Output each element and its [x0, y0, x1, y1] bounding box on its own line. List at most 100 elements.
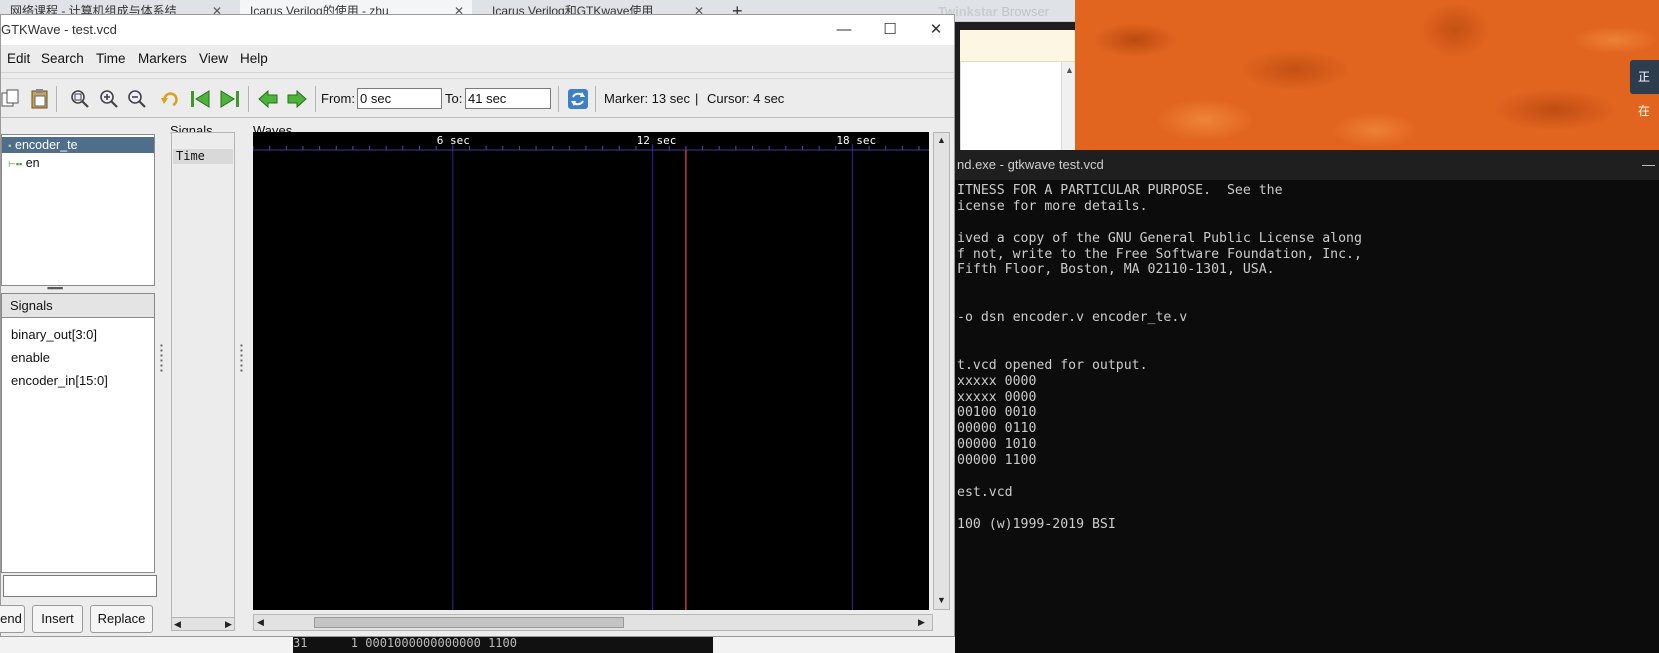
- menu-bar: Edit Search Time Markers View Help: [1, 45, 954, 73]
- zoom-in-icon[interactable]: [98, 88, 120, 110]
- toolbar-separator: [315, 86, 316, 112]
- desktop-wallpaper: [1075, 0, 1659, 150]
- status-separator: |: [695, 91, 699, 106]
- from-time-input[interactable]: 0 sec: [357, 88, 442, 109]
- time-tick-label: 6 sec: [437, 134, 470, 147]
- to-label: To:: [445, 91, 463, 106]
- menu-time[interactable]: Time: [96, 45, 126, 73]
- time-row[interactable]: Time: [173, 149, 233, 164]
- pane-resize-handle[interactable]: ▪ ▪ ▪ ▪ ▪ ▪: [240, 342, 243, 375]
- scrollbar-thumb[interactable]: [314, 617, 624, 628]
- paste-icon[interactable]: [29, 88, 51, 110]
- waves-horizontal-scrollbar[interactable]: ◀ ▶: [253, 614, 933, 631]
- console-line: icense for more details.: [957, 198, 1148, 214]
- time-tick-label: 18 sec: [836, 134, 876, 147]
- signal-item-encoder-in[interactable]: encoder_in[15:0]: [11, 373, 108, 389]
- signals-column-header[interactable]: Signals: [2, 294, 154, 318]
- signal-item-binary-out[interactable]: binary_out[3:0]: [11, 327, 97, 343]
- menu-edit[interactable]: Edit: [7, 45, 30, 73]
- find-previous-edge-icon[interactable]: [257, 88, 279, 110]
- console-line: 00000 0110: [957, 421, 1037, 437]
- console-line: 00100 0010: [957, 405, 1037, 421]
- side-badge[interactable]: 正在: [1630, 60, 1659, 118]
- pane-resize-handle[interactable]: ▪▪▪▪▪▪▪: [47, 283, 63, 293]
- console-line: 00000 1010: [957, 437, 1037, 453]
- reload-icon[interactable]: [567, 88, 589, 110]
- scroll-up-icon[interactable]: ▲: [1065, 65, 1074, 75]
- tree-item-label: en: [25, 156, 40, 170]
- toolbar: From: 0 sec To: 41 sec Marker: 13 sec | …: [1, 78, 954, 118]
- scroll-right-icon[interactable]: ▶: [918, 617, 925, 628]
- console-line: est.vcd: [957, 484, 1013, 500]
- signal-list: Signals binary_out[3:0] enable encoder_i…: [1, 293, 155, 573]
- menu-search[interactable]: Search: [41, 45, 84, 73]
- title-bar: GTKWave - test.vcd — ☐ ✕: [1, 15, 954, 45]
- replace-button[interactable]: Replace: [90, 605, 153, 633]
- signal-filter-input[interactable]: [3, 575, 157, 597]
- console-line: ITNESS FOR A PARTICULAR PURPOSE. See the: [957, 183, 1283, 198]
- signals-scrollbar[interactable]: ◀ ▶: [171, 617, 235, 631]
- browser-scrollbar[interactable]: ▲: [1061, 62, 1076, 150]
- gtkwave-window: GTKWave - test.vcd — ☐ ✕ Edit Search Tim…: [0, 14, 955, 637]
- waveform-grid: 6 sec 12 sec 18 sec: [253, 134, 929, 610]
- browser-content: ▲: [960, 62, 1076, 150]
- copy-icon[interactable]: [1, 88, 23, 110]
- background-terminal-strip: 31 1 0001000000000000 1100: [293, 637, 713, 653]
- pane-resize-handle[interactable]: ▪ ▪ ▪ ▪ ▪ ▪: [160, 342, 163, 375]
- to-time-input[interactable]: 41 sec: [465, 88, 551, 109]
- undo-zoom-icon[interactable]: [159, 88, 181, 110]
- zoom-fit-icon[interactable]: [69, 88, 91, 110]
- zoom-to-start-icon[interactable]: [189, 88, 211, 110]
- scroll-right-icon[interactable]: ▶: [225, 619, 232, 630]
- console-line: ived a copy of the GNU General Public Li…: [957, 230, 1362, 246]
- signals-pane: Time: [171, 132, 235, 622]
- toolbar-separator: [595, 86, 596, 112]
- minimize-button[interactable]: —: [821, 15, 867, 45]
- tree-branch-icon: ⊢▪▪: [8, 159, 23, 169]
- console-line: 100 (w)1999-2019 BSI: [957, 516, 1116, 532]
- toolbar-separator: [558, 86, 559, 112]
- waveform-canvas[interactable]: 6 sec 12 sec 18 sec: [253, 132, 929, 610]
- toolbar-separator: [248, 86, 249, 112]
- browser-info-bar: [960, 30, 1075, 62]
- console-line: t.vcd opened for output.: [957, 357, 1148, 373]
- menu-view[interactable]: View: [199, 45, 228, 73]
- scroll-up-icon[interactable]: ▲: [937, 135, 946, 145]
- console-title: nd.exe - gtkwave test.vcd: [957, 157, 1104, 172]
- scroll-left-icon[interactable]: ◀: [257, 617, 264, 628]
- console-output: ITNESS FOR A PARTICULAR PURPOSE. See the…: [957, 183, 1657, 533]
- scroll-down-icon[interactable]: ▼: [937, 595, 946, 605]
- console-window: nd.exe - gtkwave test.vcd — ITNESS FOR A…: [955, 150, 1659, 653]
- menu-markers[interactable]: Markers: [138, 45, 187, 73]
- signal-item-enable[interactable]: enable: [11, 350, 50, 366]
- sst-panel: ▪ encoder_te ⊢▪▪ en: [1, 123, 158, 288]
- time-tick-label: 12 sec: [637, 134, 677, 147]
- console-line: xxxxx 0000: [957, 373, 1037, 389]
- menu-help[interactable]: Help: [240, 45, 268, 73]
- console-line: -o dsn encoder.v encoder_te.v: [957, 310, 1188, 326]
- marker-time-label: Marker: 13 sec: [604, 91, 690, 106]
- maximize-button[interactable]: ☐: [867, 15, 913, 45]
- console-line: Fifth Floor, Boston, MA 02110-1301, USA.: [957, 262, 1275, 278]
- scroll-left-icon[interactable]: ◀: [174, 619, 181, 630]
- insert-button[interactable]: Insert: [32, 605, 83, 633]
- zoom-to-end-icon[interactable]: [219, 88, 241, 110]
- window-title: GTKWave - test.vcd: [1, 22, 117, 37]
- from-label: From:: [321, 91, 355, 106]
- tree-item-encoder-te[interactable]: ▪ encoder_te: [2, 137, 154, 153]
- zoom-out-icon[interactable]: [126, 88, 148, 110]
- minimize-icon[interactable]: —: [1642, 150, 1655, 180]
- waves-vertical-scrollbar[interactable]: ▲ ▼: [933, 132, 950, 610]
- console-line: 00000 1100: [957, 453, 1037, 469]
- append-button[interactable]: end: [0, 605, 25, 633]
- tree-item-en[interactable]: ⊢▪▪ en: [2, 155, 40, 171]
- close-button[interactable]: ✕: [913, 15, 959, 45]
- find-next-edge-icon[interactable]: [286, 88, 308, 110]
